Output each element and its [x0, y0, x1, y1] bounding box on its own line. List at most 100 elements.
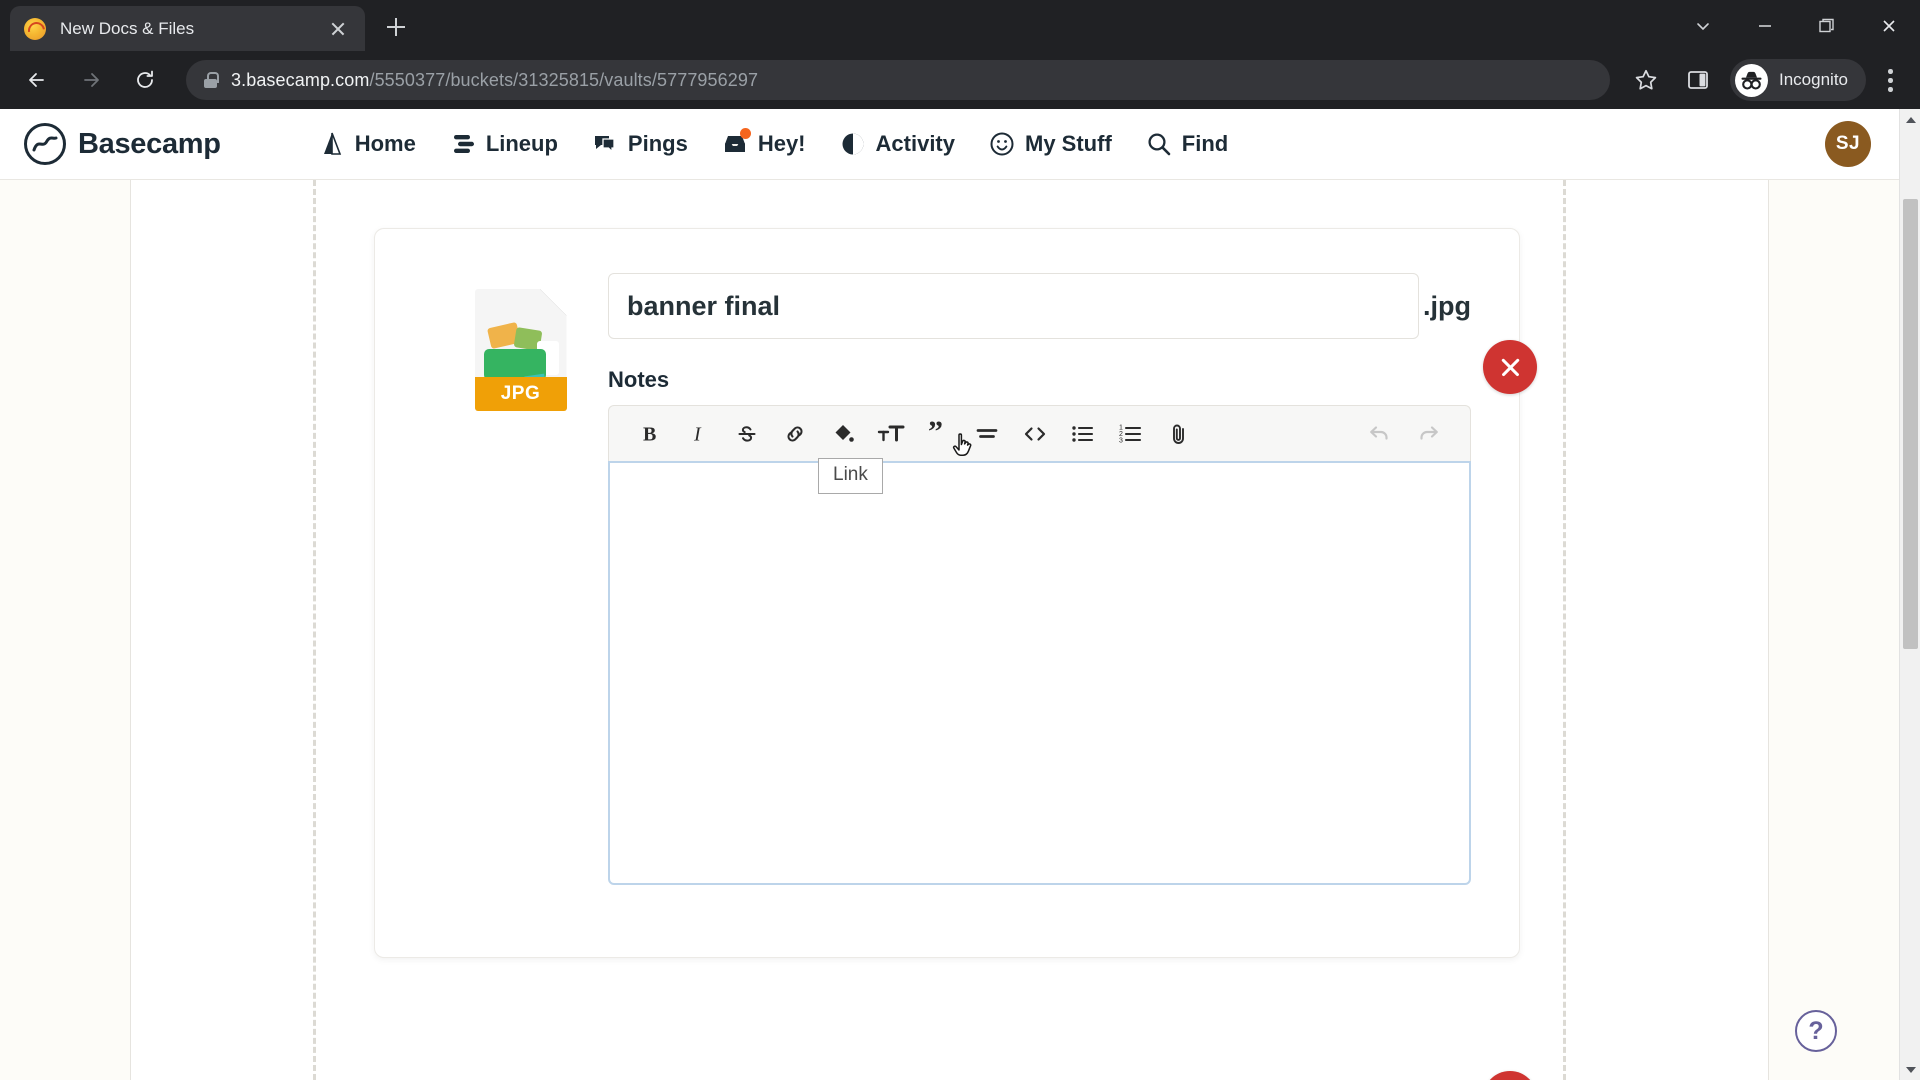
file-name-input[interactable]: banner final: [608, 273, 1419, 339]
svg-text:I: I: [693, 423, 702, 445]
nav-item-home[interactable]: Home: [319, 131, 416, 157]
reload-button[interactable]: [124, 59, 166, 101]
file-fields-column: banner final .jpg Notes B I ” 1 2 3 Link: [608, 273, 1471, 885]
lineup-icon: [450, 131, 476, 157]
browser-window: New Docs & Files 3.basecamp.com/5550377/…: [0, 0, 1920, 1080]
editor-toolbar: B I ” 1 2 3 Link: [608, 405, 1471, 494]
lock-icon: [204, 72, 219, 88]
nav-label-find: Find: [1181, 131, 1229, 156]
maximize-button[interactable]: [1796, 0, 1858, 51]
home-icon: [319, 131, 345, 157]
nav-item-activity[interactable]: Activity: [840, 131, 955, 157]
app-nav: Home Lineup Pings Hey! Activity My Stuff…: [319, 128, 1228, 157]
kebab-menu-icon[interactable]: [1870, 58, 1910, 102]
tab-title: New Docs & Files: [60, 18, 195, 38]
card-content: JPG banner final .jpg Notes B I ” 1 2 3 …: [375, 229, 1519, 885]
basecamp-logo-text: Basecamp: [78, 127, 221, 160]
left-dropzone-guide: [313, 180, 316, 1080]
my-stuff-icon: [989, 131, 1015, 157]
nav-item-lineup[interactable]: Lineup: [450, 131, 558, 157]
jpg-file-icon: JPG: [474, 289, 567, 411]
search-icon: [1146, 131, 1172, 157]
hey-badge: [739, 128, 751, 139]
nav-item-pings[interactable]: Pings: [592, 131, 688, 157]
link-tooltip: Link: [818, 458, 883, 494]
svg-text:3: 3: [1119, 437, 1123, 444]
browser-tab[interactable]: New Docs & Files: [10, 6, 365, 51]
right-dropzone-guide: [1563, 180, 1566, 1080]
remove-file-button[interactable]: [1483, 1071, 1537, 1080]
browser-toolbar: 3.basecamp.com/5550377/buckets/31325815/…: [0, 51, 1920, 109]
link-button[interactable]: [771, 410, 972, 458]
url-host: 3.basecamp.com: [231, 69, 370, 90]
new-tab-button[interactable]: [379, 10, 413, 44]
help-button[interactable]: ?: [1795, 1010, 1837, 1052]
tab-search-button[interactable]: [1672, 0, 1734, 51]
nav-label-pings: Pings: [627, 131, 688, 156]
left-gutter: [0, 180, 130, 1080]
nav-label-my-stuff: My Stuff: [1025, 131, 1112, 156]
bullet-list-button[interactable]: [1059, 410, 1107, 458]
scrollbar-thumb[interactable]: [1903, 199, 1918, 649]
minimize-button[interactable]: [1734, 0, 1796, 51]
right-gutter: [1769, 180, 1899, 1080]
undo-button[interactable]: [1356, 410, 1404, 458]
left-rule: [130, 180, 131, 1080]
tab-close-icon[interactable]: [325, 16, 351, 42]
scroll-up-button[interactable]: [1900, 109, 1920, 130]
incognito-icon: [1735, 63, 1768, 97]
nav-item-my-stuff[interactable]: My Stuff: [989, 131, 1112, 157]
vault-canvas: JPG banner final .jpg Notes B I ” 1 2 3 …: [0, 180, 1899, 1080]
nav-label-hey: Hey!: [757, 131, 806, 156]
italic-button[interactable]: I: [675, 410, 723, 458]
avatar[interactable]: SJ: [1825, 121, 1871, 167]
activity-icon: [840, 131, 866, 157]
back-button[interactable]: [16, 59, 58, 101]
highlight-button[interactable]: [819, 410, 867, 458]
notes-editor: B I ” 1 2 3 Link: [608, 405, 1471, 885]
star-icon[interactable]: [1624, 58, 1668, 102]
basecamp-logo-icon: [24, 123, 66, 165]
incognito-indicator[interactable]: Incognito: [1730, 59, 1866, 101]
file-icon-column: JPG: [433, 273, 608, 885]
basecamp-logo[interactable]: Basecamp: [24, 123, 221, 165]
code-button[interactable]: [1011, 410, 1059, 458]
nav-label-my-activity: Activity: [875, 131, 955, 156]
mouse-cursor: [951, 432, 981, 466]
scroll-down-button[interactable]: [1900, 1059, 1920, 1080]
nav-item-hey[interactable]: Hey!: [722, 128, 806, 157]
bold-button[interactable]: B: [627, 410, 675, 458]
file-upload-card: JPG banner final .jpg Notes B I ” 1 2 3 …: [374, 228, 1520, 958]
right-rule: [1768, 180, 1769, 1080]
numbered-list-button[interactable]: 1 2 3: [1107, 410, 1155, 458]
page-scrollbar[interactable]: [1899, 109, 1920, 1080]
basecamp-header: Basecamp Home Lineup Pings Hey! Activity…: [0, 109, 1899, 180]
hey-inbox-icon: [722, 128, 751, 157]
basecamp-favicon: [24, 17, 46, 40]
window-controls: [1672, 0, 1920, 51]
strikethrough-button[interactable]: [723, 410, 771, 458]
file-type-label: JPG: [474, 377, 567, 411]
incognito-label: Incognito: [1779, 70, 1848, 89]
side-panel-icon[interactable]: [1676, 58, 1720, 102]
url-text: 3.basecamp.com/5550377/buckets/31325815/…: [231, 70, 758, 91]
tab-strip: New Docs & Files: [0, 0, 1920, 51]
remove-file-button[interactable]: [1483, 340, 1537, 394]
forward-button[interactable]: [70, 59, 112, 101]
close-window-button[interactable]: [1858, 0, 1920, 51]
url-path: /5550377/buckets/31325815/vaults/5777956…: [369, 69, 759, 90]
file-name-row: banner final .jpg: [608, 273, 1471, 339]
notes-label: Notes: [608, 367, 670, 392]
nav-label-lineup: Lineup: [485, 131, 558, 156]
redo-button[interactable]: [1404, 410, 1452, 458]
pings-icon: [592, 131, 618, 157]
nav-item-find[interactable]: Find: [1146, 131, 1228, 157]
notes-textarea[interactable]: [608, 461, 1471, 885]
svg-text:”: ”: [928, 421, 943, 447]
heading-button[interactable]: [867, 410, 915, 458]
attach-button[interactable]: [1155, 410, 1203, 458]
address-bar[interactable]: 3.basecamp.com/5550377/buckets/31325815/…: [186, 60, 1610, 100]
file-extension-label: .jpg: [1423, 290, 1471, 321]
page-scrollport: Basecamp Home Lineup Pings Hey! Activity…: [0, 109, 1899, 1080]
nav-label-home: Home: [354, 131, 416, 156]
